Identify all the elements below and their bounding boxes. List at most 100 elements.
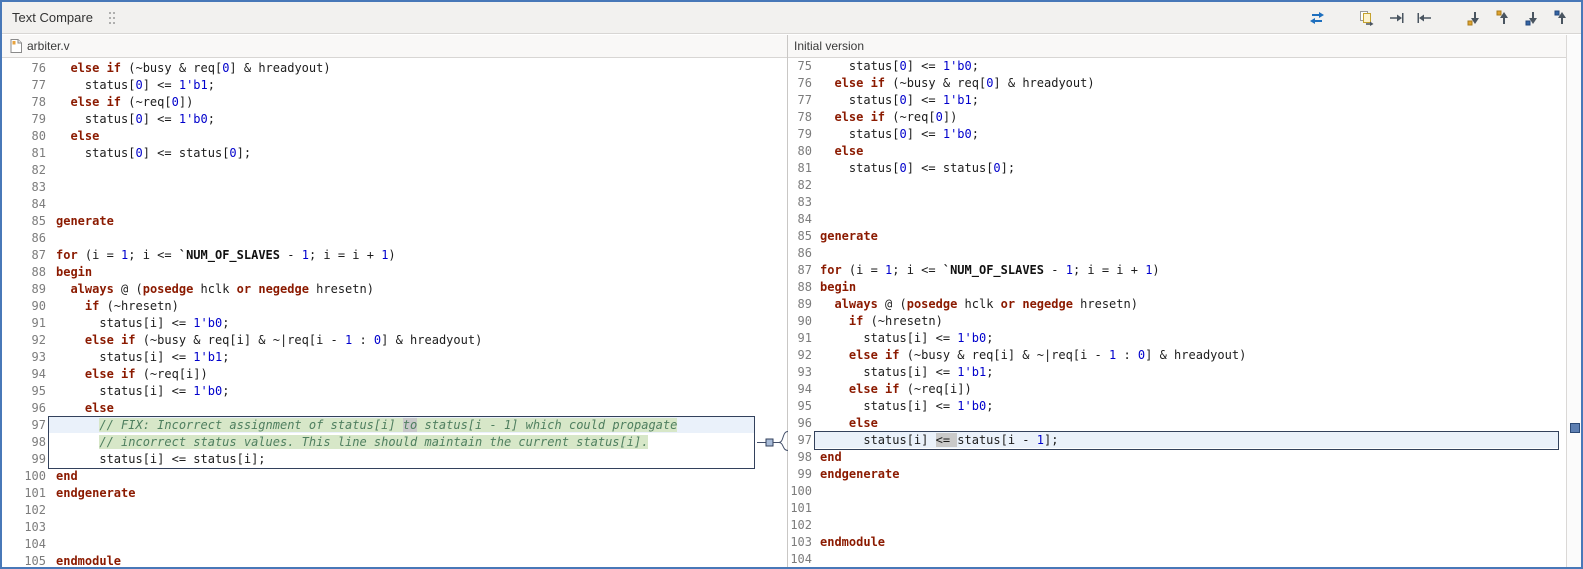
line-number: 100 (790, 484, 812, 498)
code-line[interactable]: 76 else if (~busy & req[0] & hreadyout) (788, 75, 1566, 92)
line-number: 75 (797, 59, 812, 73)
code-text: status[i] <= 1'b1; (56, 350, 230, 364)
code-line[interactable]: 91 status[i] <= 1'b0; (2, 315, 757, 332)
code-line[interactable]: 87 for (i = 1; i <= `NUM_OF_SLAVES - 1; i… (2, 247, 757, 264)
code-text: else if (~req[i]) (848, 382, 972, 396)
next-difference-button[interactable] (1464, 7, 1486, 29)
code-line[interactable]: 101 endgenerate (2, 485, 757, 502)
code-line[interactable]: 87 for (i = 1; i <= `NUM_OF_SLAVES - 1; i… (788, 262, 1566, 279)
code-line[interactable]: 76 else if (~busy & req[0] & hreadyout) (2, 60, 757, 77)
code-line[interactable]: 83 (788, 194, 1566, 211)
code-line[interactable]: 83 (2, 179, 757, 196)
code-line[interactable]: 88 begin (2, 264, 757, 281)
code-line[interactable]: 75 status[0] <= 1'b0; (788, 58, 1566, 75)
copy-all-left-to-right-button[interactable] (1356, 7, 1378, 29)
code-line[interactable]: 102 (788, 517, 1566, 534)
swap-left-right-button[interactable] (1306, 7, 1328, 29)
code-line[interactable]: 78 else if (~req[0]) (788, 109, 1566, 126)
line-number: 93 (797, 365, 812, 379)
code-line[interactable]: 80 else (2, 128, 757, 145)
code-line[interactable]: 82 (2, 162, 757, 179)
code-line[interactable]: 84 (788, 211, 1566, 228)
code-line[interactable]: 100 end (2, 468, 757, 485)
code-line[interactable]: 104 (788, 551, 1566, 567)
right-code-area[interactable]: 75 status[0] <= 1'b0; 76 else if (~busy &… (788, 58, 1566, 567)
copy-current-right-to-left-button[interactable] (1414, 7, 1436, 29)
code-line[interactable]: 85 generate (2, 213, 757, 230)
code-text: status[0] <= status[0]; (56, 146, 252, 160)
code-line[interactable]: 100 (788, 483, 1566, 500)
line-number: 82 (797, 178, 812, 192)
code-line[interactable]: 93 status[i] <= 1'b1; (788, 364, 1566, 381)
code-text: else if (~busy & req[i] & ~|req[i - 1 : … (848, 348, 1247, 362)
line-number: 83 (797, 195, 812, 209)
code-line[interactable]: 86 (788, 245, 1566, 262)
toolbar-drag-handle[interactable] (108, 11, 116, 25)
code-line[interactable]: 82 (788, 177, 1566, 194)
overview-ruler[interactable] (1566, 35, 1581, 567)
line-number: 99 (797, 467, 812, 481)
code-line[interactable]: 105 endmodule (2, 553, 757, 567)
code-line[interactable]: 84 (2, 196, 757, 213)
code-line[interactable]: 96 else (2, 400, 757, 417)
code-line[interactable]: 78 else if (~req[0]) (2, 94, 757, 111)
code-line[interactable]: 91 status[i] <= 1'b0; (788, 330, 1566, 347)
code-line[interactable]: 92 else if (~busy & req[i] & ~|req[i - 1… (788, 347, 1566, 364)
code-line[interactable]: 81 status[0] <= status[0]; (788, 160, 1566, 177)
code-line[interactable]: 88 begin (788, 279, 1566, 296)
code-line[interactable]: 79 status[0] <= 1'b0; (788, 126, 1566, 143)
code-line[interactable]: 93 status[i] <= 1'b1; (2, 349, 757, 366)
code-line[interactable]: 94 else if (~req[i]) (788, 381, 1566, 398)
previous-change-button[interactable] (1551, 7, 1573, 29)
code-text: endgenerate (56, 486, 136, 500)
left-editor-pane[interactable]: 76 else if (~busy & req[0] & hreadyout) 7… (2, 58, 757, 567)
right-editor-pane[interactable]: 75 status[0] <= 1'b0; 76 else if (~busy &… (788, 58, 1566, 567)
code-line[interactable]: 79 status[0] <= 1'b0; (2, 111, 757, 128)
code-line[interactable]: 81 status[0] <= status[0]; (2, 145, 757, 162)
copy-current-left-to-right-button[interactable] (1385, 7, 1407, 29)
code-line[interactable]: 99 endgenerate (788, 466, 1566, 483)
code-line[interactable]: 96 else (788, 415, 1566, 432)
code-line[interactable]: 104 (2, 536, 757, 553)
code-line[interactable]: 103 endmodule (788, 534, 1566, 551)
code-line[interactable]: 86 (2, 230, 757, 247)
code-line[interactable]: 99 status[i] <= status[i]; (2, 451, 757, 468)
code-text: endgenerate (820, 467, 900, 481)
code-line[interactable]: 97 // FIX: Incorrect assignment of statu… (2, 417, 757, 434)
left-pane-header: arbiter.v (2, 35, 757, 57)
code-line[interactable]: 89 always @ (posedge hclk or negedge hre… (788, 296, 1566, 313)
code-line[interactable]: 97 status[i] <= status[i - 1]; (788, 432, 1566, 449)
code-text: else if (~busy & req[0] & hreadyout) (70, 61, 331, 75)
line-number: 79 (31, 112, 46, 126)
code-line[interactable]: 92 else if (~busy & req[i] & ~|req[i - 1… (2, 332, 757, 349)
code-text: else if (~busy & req[i] & ~|req[i - 1 : … (84, 333, 483, 347)
code-line[interactable]: 80 else (788, 143, 1566, 160)
code-line[interactable]: 102 (2, 502, 757, 519)
code-line[interactable]: 95 status[i] <= 1'b0; (788, 398, 1566, 415)
left-code-area[interactable]: 76 else if (~busy & req[0] & hreadyout) 7… (2, 58, 757, 567)
code-line[interactable]: 98 end (788, 449, 1566, 466)
code-line[interactable]: 95 status[i] <= 1'b0; (2, 383, 757, 400)
previous-difference-button[interactable] (1493, 7, 1515, 29)
diff-connector[interactable] (757, 58, 789, 567)
code-line[interactable]: 101 (788, 500, 1566, 517)
code-text: else if (~req[i]) (84, 367, 208, 381)
code-line[interactable]: 103 (2, 519, 757, 536)
code-text: status[0] <= 1'b1; (820, 93, 979, 107)
line-number: 96 (797, 416, 812, 430)
code-line[interactable]: 94 else if (~req[i]) (2, 366, 757, 383)
code-line[interactable]: 77 status[0] <= 1'b1; (788, 92, 1566, 109)
line-number: 85 (797, 229, 812, 243)
code-line[interactable]: 85 generate (788, 228, 1566, 245)
code-text: generate (820, 229, 878, 243)
change-marker[interactable] (1570, 423, 1580, 433)
line-number: 77 (31, 78, 46, 92)
code-line[interactable]: 90 if (~hresetn) (2, 298, 757, 315)
code-line[interactable]: 90 if (~hresetn) (788, 313, 1566, 330)
code-text: // incorrect status values. This line sh… (99, 435, 649, 449)
code-line[interactable]: 89 always @ (posedge hclk or negedge hre… (2, 281, 757, 298)
code-line[interactable]: 77 status[0] <= 1'b1; (2, 77, 757, 94)
next-change-button[interactable] (1522, 7, 1544, 29)
code-text: always @ (posedge hclk or negedge hreset… (834, 297, 1138, 311)
code-line[interactable]: 98 // incorrect status values. This line… (2, 434, 757, 451)
